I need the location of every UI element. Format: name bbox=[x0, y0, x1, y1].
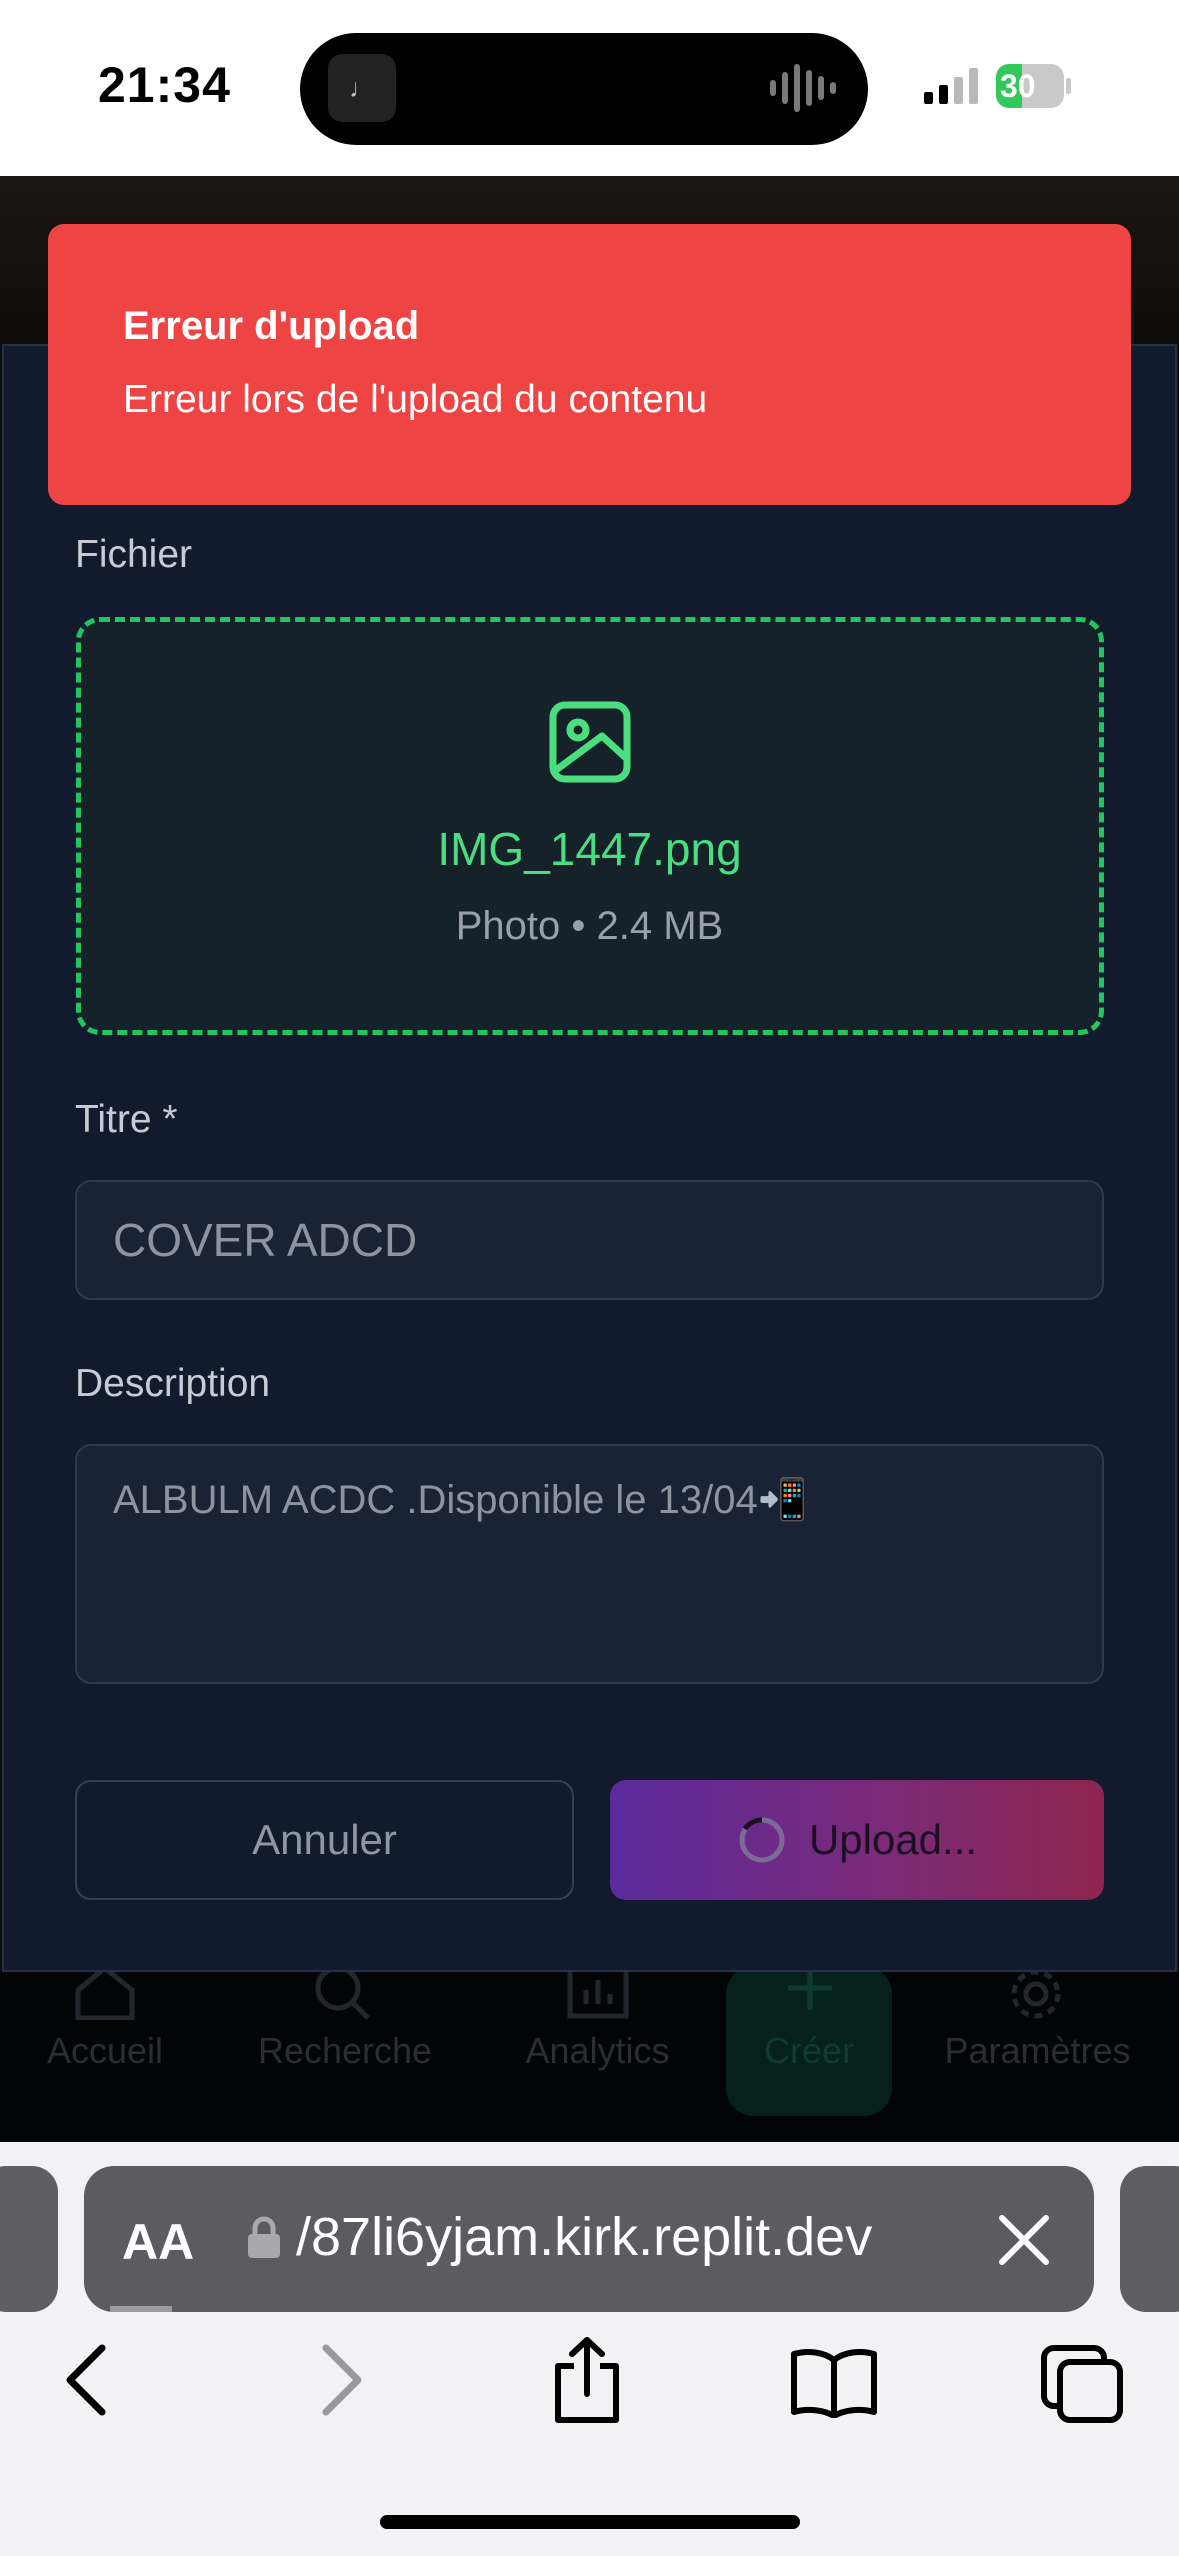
description-label: Description bbox=[75, 1362, 271, 1405]
text-size-button[interactable]: AA bbox=[122, 2213, 194, 2271]
share-icon[interactable] bbox=[552, 2336, 622, 2424]
nav-item-parametres[interactable]: Paramètres bbox=[930, 2030, 1145, 2072]
upload-modal bbox=[2, 344, 1177, 1972]
page-load-progress bbox=[110, 2306, 172, 2312]
status-time: 21:34 bbox=[98, 57, 231, 113]
cancel-button[interactable]: Annuler bbox=[75, 1780, 574, 1900]
loading-spinner-icon bbox=[739, 1817, 785, 1863]
url-text[interactable]: /87li6yjam.kirk.replit.dev bbox=[296, 2206, 872, 2268]
battery-level: 30 bbox=[1000, 68, 1036, 104]
file-label: Fichier bbox=[75, 533, 193, 576]
file-name: IMG_1447.png bbox=[437, 823, 742, 875]
toast-title: Erreur d'upload bbox=[123, 304, 420, 348]
upload-button[interactable]: Upload... bbox=[610, 1780, 1104, 1900]
error-toast[interactable] bbox=[48, 224, 1131, 505]
close-icon[interactable] bbox=[996, 2212, 1052, 2268]
lock-icon bbox=[248, 2216, 280, 2258]
bookmarks-icon[interactable] bbox=[790, 2346, 878, 2418]
music-note-icon: ♩ bbox=[328, 54, 396, 122]
nav-item-recherche[interactable]: Recherche bbox=[240, 2030, 450, 2072]
nav-item-analytics[interactable]: Analytics bbox=[505, 2030, 690, 2072]
description-textarea[interactable]: ALBULM ACDC .Disponible le 13/04📲 bbox=[75, 1444, 1104, 1684]
upload-button-label: Upload... bbox=[808, 1816, 978, 1863]
next-tab-preview[interactable] bbox=[1120, 2166, 1179, 2312]
home-indicator[interactable] bbox=[380, 2515, 800, 2529]
gear-icon bbox=[1011, 1969, 1061, 2019]
title-input[interactable]: COVER ADCD bbox=[75, 1180, 1104, 1300]
cancel-button-label: Annuler bbox=[252, 1816, 397, 1863]
back-icon[interactable] bbox=[62, 2340, 110, 2420]
forward-icon[interactable] bbox=[318, 2340, 366, 2420]
analytics-icon bbox=[567, 1965, 629, 2019]
nav-item-accueil[interactable]: Accueil bbox=[20, 2030, 190, 2072]
battery-icon: 30 bbox=[996, 64, 1072, 108]
toast-message: Erreur lors de l'upload du contenu bbox=[123, 378, 708, 421]
previous-tab-preview[interactable] bbox=[0, 2166, 58, 2312]
tabs-icon[interactable] bbox=[1040, 2344, 1124, 2424]
audio-waveform-icon bbox=[770, 64, 836, 112]
nav-item-creer[interactable]: Créer bbox=[726, 2030, 892, 2072]
cellular-signal-icon bbox=[924, 68, 978, 104]
home-icon bbox=[75, 1964, 135, 2020]
image-icon bbox=[549, 701, 631, 783]
title-label: Titre * bbox=[75, 1098, 178, 1141]
file-meta: Photo • 2.4 MB bbox=[455, 904, 724, 948]
